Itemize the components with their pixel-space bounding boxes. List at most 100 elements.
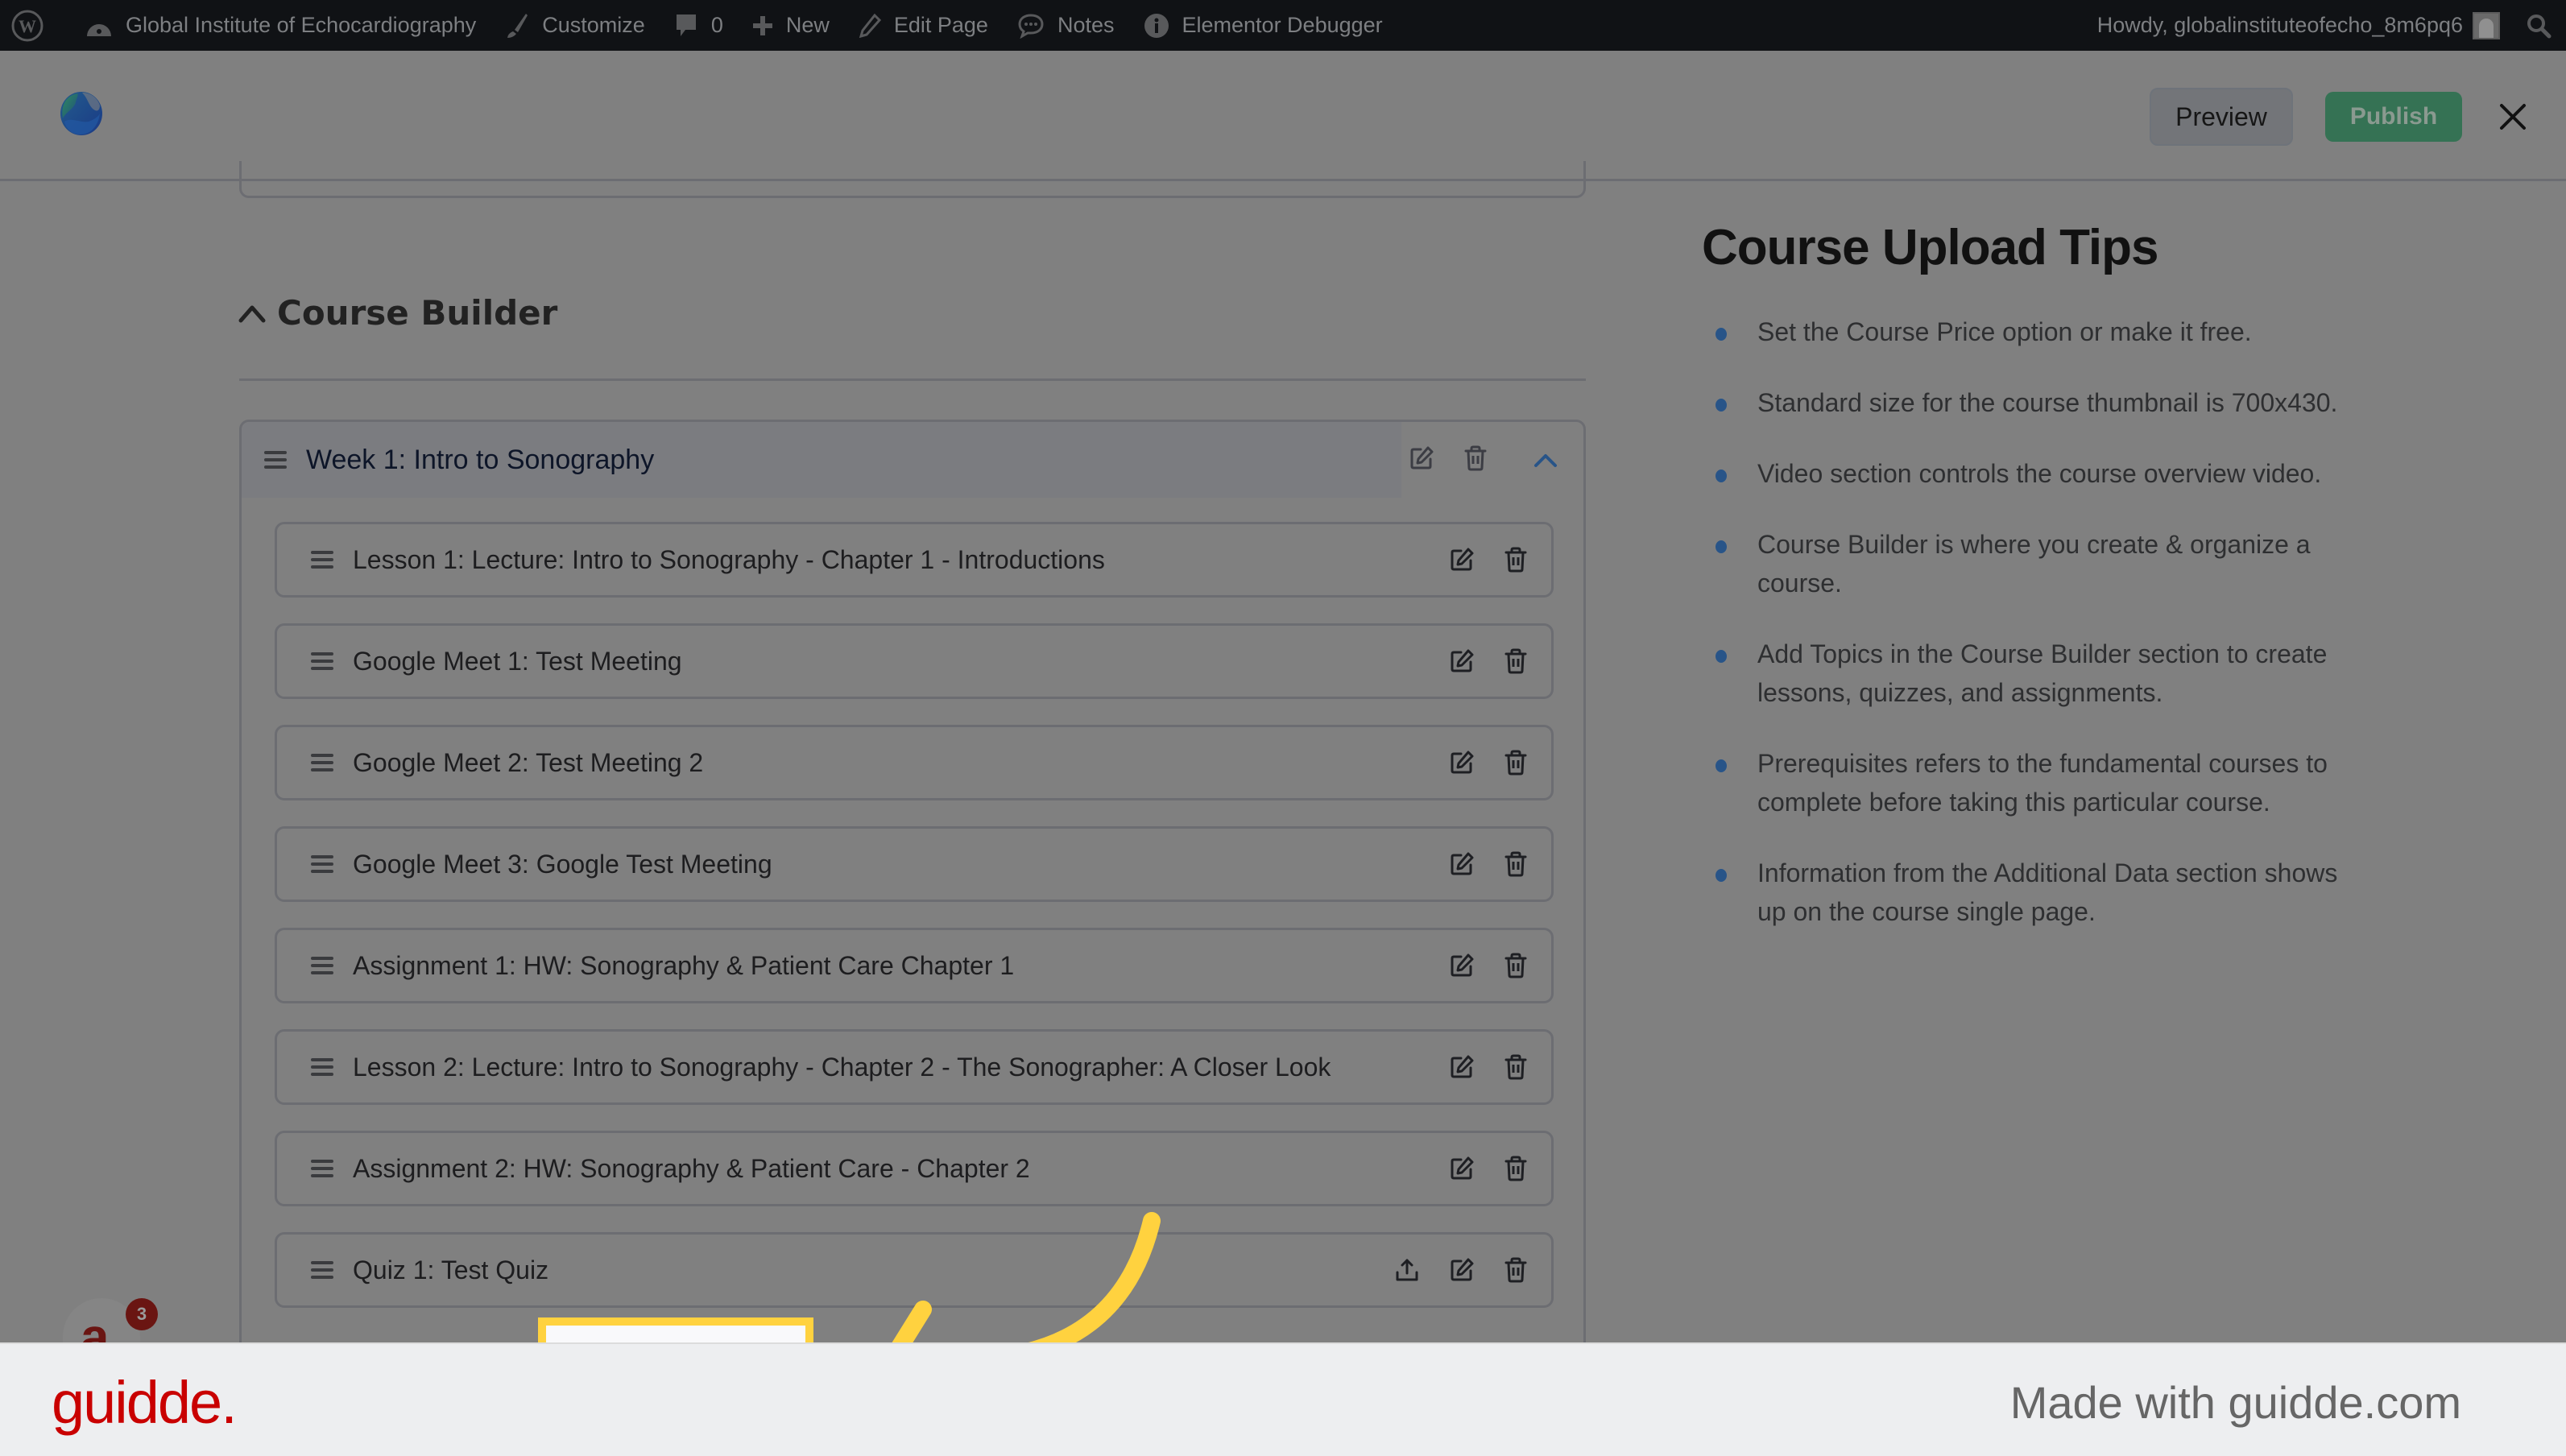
drag-handle-icon[interactable] [311, 551, 333, 569]
edit-icon[interactable] [1450, 649, 1474, 673]
bullet-icon [1715, 540, 1727, 553]
guidde-logo: guidde. [52, 1369, 238, 1436]
trash-icon[interactable] [1504, 953, 1527, 978]
drag-handle-icon[interactable] [311, 1261, 333, 1279]
wp-admin-bar: W Global Institute of Echocardiography C… [0, 0, 2566, 51]
bullet-icon [1715, 869, 1727, 882]
topic-content-item-assignment[interactable]: Assignment 1: HW: Sonography & Patient C… [275, 928, 1554, 1003]
comment-icon [674, 12, 698, 39]
tip-item: Standard size for the course thumbnail i… [1714, 383, 2350, 422]
course-builder-heading: Course Builder [277, 293, 558, 333]
topic-content-item-meeting[interactable]: Google Meet 3: Google Test Meeting [275, 826, 1554, 902]
wordpress-icon: W [11, 10, 43, 42]
tip-text: Add Topics in the Course Builder section… [1757, 639, 2328, 707]
tip-text: Video section controls the course overvi… [1757, 459, 2322, 488]
plus-icon [752, 15, 773, 36]
edit-icon[interactable] [1450, 751, 1474, 775]
drag-handle-icon[interactable] [264, 451, 287, 469]
content-item-title: Assignment 2: HW: Sonography & Patient C… [353, 1153, 1030, 1183]
collapse-topic-button[interactable] [1529, 446, 1562, 475]
drag-handle-icon[interactable] [311, 1160, 333, 1177]
topic-title: Week 1: Intro to Sonography [306, 444, 655, 475]
notes-link[interactable]: Notes [1017, 0, 1115, 51]
tip-text: Information from the Additional Data sec… [1757, 858, 2338, 926]
drag-handle-icon[interactable] [311, 652, 333, 670]
trash-icon[interactable] [1504, 750, 1527, 776]
tips-list: Set the Course Price option or make it f… [1714, 312, 2350, 963]
new-content-menu[interactable]: New [752, 0, 830, 51]
chevron-up-icon [238, 303, 266, 324]
drag-handle-icon[interactable] [311, 855, 333, 873]
edit-icon[interactable] [1450, 1156, 1474, 1181]
edit-icon[interactable] [1450, 852, 1474, 876]
paintbrush-icon [505, 12, 529, 39]
edit-icon[interactable] [1450, 1055, 1474, 1079]
edit-page-link[interactable]: Edit Page [859, 0, 988, 51]
comments-link[interactable]: 0 [674, 0, 723, 51]
drag-handle-icon[interactable] [311, 754, 333, 771]
edit-icon[interactable] [1450, 1258, 1474, 1282]
bullet-icon [1715, 650, 1727, 663]
site-name: Global Institute of Echocardiography [126, 13, 477, 37]
topic-content-item-lesson[interactable]: Lesson 2: Lecture: Intro to Sonography -… [275, 1029, 1554, 1105]
pencil-icon [859, 13, 881, 38]
topic-header[interactable]: Week 1: Intro to Sonography [242, 422, 1401, 498]
site-name-menu[interactable]: Global Institute of Echocardiography [85, 0, 476, 51]
topic-content-item-assignment[interactable]: Assignment 2: HW: Sonography & Patient C… [275, 1131, 1554, 1206]
site-logo[interactable] [60, 91, 103, 136]
content-item-title: Lesson 2: Lecture: Intro to Sonography -… [353, 1052, 1331, 1082]
tip-item: Set the Course Price option or make it f… [1714, 312, 2350, 351]
export-icon[interactable] [1395, 1258, 1419, 1282]
trash-icon[interactable] [1504, 1054, 1527, 1080]
content-item-title: Google Meet 2: Test Meeting 2 [353, 747, 704, 777]
tip-item: Course Builder is where you create & org… [1714, 525, 2350, 602]
drag-handle-icon[interactable] [311, 957, 333, 974]
tip-item: Video section controls the course overvi… [1714, 454, 2350, 493]
bullet-icon [1715, 399, 1727, 412]
edit-icon[interactable] [1450, 548, 1474, 572]
content-item-title: Assignment 1: HW: Sonography & Patient C… [353, 950, 1015, 980]
tip-text: Set the Course Price option or make it f… [1757, 317, 2252, 346]
my-account-link[interactable]: Howdy, globalinstituteofecho_8m6pq6 [2097, 13, 2463, 38]
chevron-up-icon [1533, 453, 1558, 469]
topic-content-item-meeting[interactable]: Google Meet 1: Test Meeting [275, 623, 1554, 699]
trash-icon[interactable] [1504, 648, 1527, 674]
tip-text: Prerequisites refers to the fundamental … [1757, 749, 2328, 817]
elementor-debugger-link[interactable]: Elementor Debugger [1144, 0, 1383, 51]
preview-button[interactable]: Preview [2150, 88, 2293, 146]
trash-icon[interactable] [1504, 547, 1527, 573]
trash-icon[interactable] [1504, 1257, 1527, 1283]
notification-count-badge: 3 [126, 1298, 158, 1330]
search-icon[interactable] [2526, 13, 2552, 39]
dashboard-icon [85, 14, 113, 38]
course-builder-toggle[interactable]: Course Builder [238, 293, 557, 333]
previous-section-box [239, 161, 1586, 198]
drag-handle-icon[interactable] [311, 1058, 333, 1076]
divider [239, 378, 1586, 381]
tip-item: Prerequisites refers to the fundamental … [1714, 744, 2350, 821]
content-item-title: Google Meet 1: Test Meeting [353, 646, 682, 676]
guidde-footer: guidde. Made with guidde.com [0, 1342, 2566, 1456]
close-button[interactable] [2494, 97, 2532, 136]
speech-bubble-icon [1017, 13, 1045, 39]
delete-topic-icon[interactable] [1464, 445, 1487, 474]
content-item-title: Lesson 1: Lecture: Intro to Sonography -… [353, 544, 1105, 574]
publish-button[interactable]: Publish [2325, 92, 2462, 142]
edit-topic-icon[interactable] [1409, 446, 1434, 474]
wp-logo-menu[interactable]: W [11, 0, 56, 51]
bullet-icon [1715, 328, 1727, 341]
topic-content-item-lesson[interactable]: Lesson 1: Lecture: Intro to Sonography -… [275, 522, 1554, 598]
bullet-icon [1715, 469, 1727, 482]
tip-item: Add Topics in the Course Builder section… [1714, 635, 2350, 712]
trash-icon[interactable] [1504, 851, 1527, 877]
content-item-title: Google Meet 3: Google Test Meeting [353, 849, 772, 879]
avatar[interactable] [2473, 11, 2500, 39]
topic-content-item-meeting[interactable]: Google Meet 2: Test Meeting 2 [275, 725, 1554, 800]
trash-icon[interactable] [1504, 1156, 1527, 1181]
customize-link[interactable]: Customize [505, 0, 645, 51]
content-item-title: Quiz 1: Test Quiz [353, 1255, 549, 1284]
comments-count: 0 [710, 13, 723, 37]
info-icon [1144, 13, 1169, 39]
topic-content-item-quiz[interactable]: Quiz 1: Test Quiz [275, 1232, 1554, 1308]
edit-icon[interactable] [1450, 953, 1474, 978]
